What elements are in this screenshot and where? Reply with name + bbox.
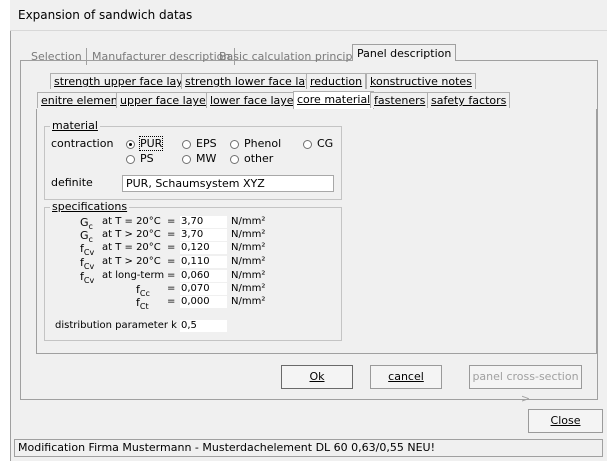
tab-safety-factors[interactable]: safety factors — [427, 92, 511, 108]
spec-unit: N/mm² — [231, 283, 266, 294]
tab-panel-description[interactable]: Panel description — [352, 44, 457, 61]
radio-cg-label: CG — [317, 137, 334, 150]
radio-mw-label: MW — [196, 152, 217, 165]
spec-unit: N/mm² — [231, 242, 266, 253]
spec-equals: = — [167, 283, 176, 294]
spec-equals: = — [167, 216, 176, 227]
spec-symbol: fCv — [80, 256, 95, 271]
spec-condition: at T > 20°C — [102, 256, 161, 267]
spec-value-input[interactable]: 0,070 — [180, 283, 227, 295]
spec-value-input[interactable]: 0,000 — [180, 296, 227, 308]
spec-equals: = — [167, 270, 176, 281]
tab-lower-face-layer[interactable]: lower face layer — [206, 92, 303, 108]
close-button-label: Close — [550, 414, 581, 427]
radio-pur-label: PUR — [138, 136, 164, 151]
tab-label: lower face layer — [210, 94, 299, 107]
definite-input[interactable]: PUR, Schaumsystem XYZ — [122, 175, 334, 192]
spec-symbol: Gc — [80, 229, 93, 244]
tab-reduction[interactable]: reduction — [306, 73, 367, 89]
cancel-button-label: cancel — [388, 370, 424, 383]
spec-condition: at T = 20°C — [102, 216, 161, 227]
tab-entire-element[interactable]: enitre element — [37, 92, 127, 108]
radio-ps[interactable] — [126, 155, 135, 164]
ok-button-label: Ok — [309, 370, 325, 383]
tab-label: konstructive notes — [370, 75, 472, 88]
distribution-parameter-input[interactable]: 0,5 — [180, 320, 227, 332]
tab-konstructive-notes[interactable]: konstructive notes — [366, 73, 476, 89]
spec-equals: = — [167, 256, 176, 267]
status-bar: Modification Firma Mustermann - Musterda… — [14, 439, 603, 457]
radio-cg[interactable] — [303, 140, 312, 149]
tab-selection[interactable]: Selection — [27, 48, 87, 65]
spec-equals: = — [167, 229, 176, 240]
ok-button[interactable]: Ok — [281, 365, 353, 389]
tab-label: upper face layer — [120, 94, 211, 107]
spec-symbol: Gc — [80, 216, 93, 231]
tab-strength-upper-face-layer[interactable]: strength upper face layer — [50, 73, 199, 89]
spec-value-input[interactable]: 3,70 — [180, 216, 227, 228]
tab-label: strength lower face layer — [185, 75, 323, 88]
spec-symbol: fCc — [136, 283, 150, 298]
radio-eps[interactable] — [182, 140, 191, 149]
spec-unit: N/mm² — [231, 270, 266, 281]
spec-value-input[interactable]: 3,70 — [180, 229, 227, 241]
tab-label: safety factors — [431, 94, 507, 107]
tab-basic-calculation-principle[interactable]: Basic calculation principle — [215, 48, 366, 65]
spec-value-input[interactable]: 0,120 — [180, 242, 227, 254]
radio-phenol[interactable] — [230, 140, 239, 149]
tab-core-material[interactable]: core material — [293, 91, 375, 109]
tab-manufacturer-description[interactable]: Manufacturer description — [88, 48, 236, 65]
definite-label: definite — [51, 176, 93, 189]
window-title: Expansion of sandwich datas — [18, 8, 193, 22]
radio-phenol-label: Phenol — [244, 137, 282, 150]
tab-label: enitre element — [41, 94, 123, 107]
tab-label: core material — [297, 93, 371, 106]
radio-other[interactable] — [230, 155, 239, 164]
spec-unit: N/mm² — [231, 296, 266, 307]
spec-condition: at T > 20°C — [102, 229, 161, 240]
spec-condition: at long-term — [102, 270, 165, 281]
material-group-label: material — [50, 119, 100, 132]
tab-fasteners[interactable]: fasteners — [370, 92, 430, 108]
spec-symbol: fCt — [136, 296, 149, 311]
spec-value-input[interactable]: 0,060 — [180, 270, 227, 282]
radio-eps-label: EPS — [196, 137, 217, 150]
close-button[interactable]: Close — [528, 409, 603, 433]
spec-value-input[interactable]: 0,110 — [180, 256, 227, 268]
spec-equals: = — [167, 296, 176, 307]
spec-symbol: fCv — [80, 242, 95, 257]
radio-ps-label: PS — [140, 152, 154, 165]
spec-condition: at T = 20°C — [102, 242, 161, 253]
cancel-button[interactable]: cancel — [370, 365, 442, 389]
spec-symbol: fCv — [80, 270, 95, 285]
spec-unit: N/mm² — [231, 229, 266, 240]
radio-mw[interactable] — [182, 155, 191, 164]
panel-cross-section-button[interactable]: panel cross-section > — [469, 365, 582, 405]
tab-label: reduction — [310, 75, 363, 88]
specifications-group-label: specifications — [50, 200, 130, 213]
spec-unit: N/mm² — [231, 256, 266, 267]
radio-pur[interactable] — [126, 140, 135, 149]
tab-label: fasteners — [374, 94, 426, 107]
radio-other-label: other — [244, 152, 274, 165]
spec-unit: N/mm² — [231, 216, 266, 227]
contraction-label: contraction — [51, 137, 114, 150]
tab-label: strength upper face layer — [54, 75, 195, 88]
distribution-parameter-label: distribution parameter k = — [55, 320, 189, 331]
tab-upper-face-layer[interactable]: upper face layer — [116, 92, 215, 108]
spec-equals: = — [167, 242, 176, 253]
